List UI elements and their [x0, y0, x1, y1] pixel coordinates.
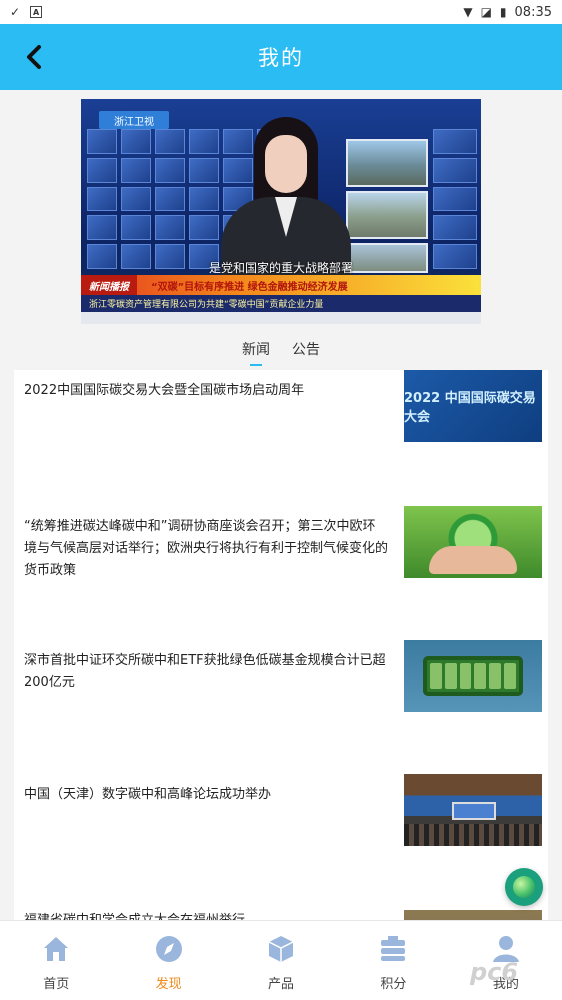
status-time: 08:35 — [514, 4, 552, 20]
chevron-left-icon — [27, 45, 41, 69]
points-icon — [377, 933, 409, 965]
home-icon — [40, 933, 72, 965]
channel-logo: 浙江卫视 — [99, 111, 169, 129]
thumbnail-caption: 2022 中国国际碳交易大会 — [404, 391, 536, 425]
news-title: 中国（天津）数字碳中和高峰论坛成功举办 — [24, 787, 272, 802]
news-title: 2022中国国际碳交易大会暨全国碳市场启动周年 — [24, 383, 305, 398]
nav-discover[interactable]: 发现 — [112, 921, 224, 1000]
tab-news[interactable]: 新闻 — [242, 338, 270, 366]
app-header: 我的 — [0, 24, 562, 90]
list-item[interactable]: 深市首批中证环交所碳中和ETF获批绿色低碳基金规模合计已超200亿元 — [14, 640, 548, 728]
news-thumbnail — [404, 640, 542, 712]
nav-label: 我的 — [492, 977, 519, 992]
news-ticker: 新闻播报 “双碳”目标有序推进 绿色金融推动经济发展 — [81, 275, 481, 295]
news-list: 2022中国国际碳交易大会暨全国碳市场启动周年 2022 中国国际碳交易大会 “… — [14, 370, 548, 920]
nav-label: 积分 — [380, 977, 407, 992]
ticker-tag: 新闻播报 — [81, 275, 137, 295]
user-icon — [490, 933, 522, 965]
news-title: 福建省碳中和学会成立大会在福州举行 — [24, 910, 388, 920]
news-desk — [81, 312, 481, 324]
news-thumbnail: 2022 中国国际碳交易大会 — [404, 370, 542, 442]
news-thumbnail — [404, 774, 542, 846]
status-bar: ✓ A ▼ ◪ ▮ 08:35 — [0, 0, 562, 24]
ticker-text: “双碳”目标有序推进 绿色金融推动经济发展 — [151, 281, 348, 293]
nav-profile[interactable]: 我的 — [450, 921, 562, 1000]
news-banner-image[interactable]: 浙江卫视 是党和国家的重大战略部署 新闻播报 “双碳”目标有序推进 绿色金融推动… — [81, 99, 481, 324]
box-icon — [265, 933, 297, 965]
nav-label: 首页 — [43, 977, 70, 992]
news-thumbnail — [404, 910, 542, 920]
list-item[interactable]: 福建省碳中和学会成立大会在福州举行 — [14, 900, 548, 920]
no-sim-icon: ◪ — [480, 5, 492, 19]
tab-announcements[interactable]: 公告 — [292, 338, 320, 366]
city-screen — [346, 191, 428, 239]
battery-icon: ▮ — [499, 5, 507, 19]
news-thumbnail — [404, 506, 542, 578]
globe-icon — [513, 876, 535, 898]
news-tabs: 新闻 公告 — [0, 338, 562, 366]
nav-products[interactable]: 产品 — [225, 921, 337, 1000]
nav-points[interactable]: 积分 — [337, 921, 449, 1000]
compass-icon — [153, 933, 185, 965]
nav-label: 产品 — [268, 977, 295, 992]
news-title: “统筹推进碳达峰碳中和”调研协商座谈会召开；第三次中欧环境与气候高层对话举行；欧… — [24, 519, 389, 578]
ticker-secondary-text: 浙江零碳资产管理有限公司为共建“零碳中国”贡献企业力量 — [81, 295, 481, 312]
city-screen — [346, 139, 428, 187]
list-item[interactable]: 中国（天津）数字碳中和高峰论坛成功举办 — [14, 774, 548, 862]
page-title: 我的 — [258, 46, 304, 70]
download-done-icon: ✓ — [10, 5, 21, 19]
list-item[interactable]: “统筹推进碳达峰碳中和”调研协商座谈会召开；第三次中欧环境与气候高层对话举行；欧… — [14, 506, 548, 594]
banner-subtitle: 是党和国家的重大战略部署 — [208, 261, 353, 275]
wifi-icon: ▼ — [463, 5, 473, 19]
news-title: 深市首批中证环交所碳中和ETF获批绿色低碳基金规模合计已超200亿元 — [24, 653, 386, 690]
app-notification-icon: A — [30, 6, 43, 18]
nav-home[interactable]: 首页 — [0, 921, 112, 1000]
list-item[interactable]: 2022中国国际碳交易大会暨全国碳市场启动周年 2022 中国国际碳交易大会 — [14, 370, 548, 458]
nav-label: 发现 — [155, 977, 182, 992]
floating-action-button[interactable] — [505, 868, 543, 906]
back-button[interactable] — [18, 41, 50, 73]
bottom-navigation: 首页 发现 产品 积分 我的 — [0, 920, 562, 1000]
